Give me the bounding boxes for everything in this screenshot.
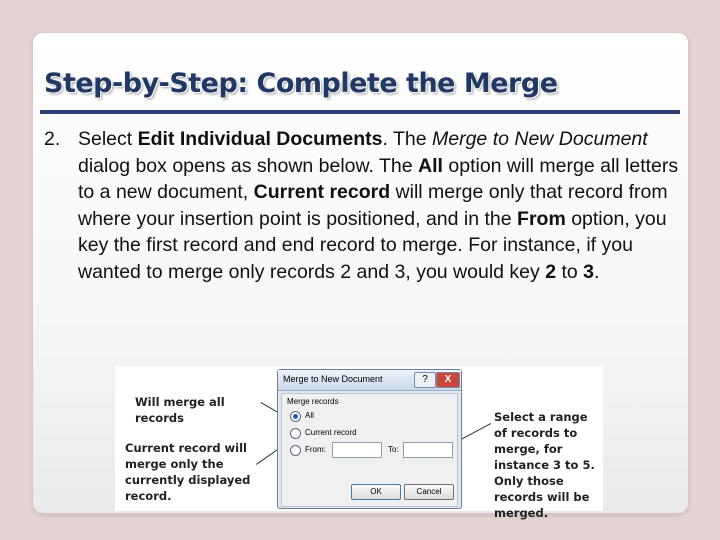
text-segment-bold: From: [517, 207, 566, 230]
option-all-label: All: [305, 411, 314, 420]
dialog-titlebar: Merge to New Document ? X: [278, 370, 461, 391]
callout-all-records: Will merge all records: [135, 395, 225, 425]
ok-button[interactable]: OK: [351, 484, 401, 500]
text-segment: dialog box opens as shown below. The: [78, 154, 419, 177]
to-field[interactable]: [403, 442, 453, 458]
text-segment-bold: 2: [545, 260, 557, 283]
text-segment: . The: [382, 128, 432, 150]
text-segment: .: [594, 260, 600, 283]
radio-current-record[interactable]: [290, 428, 301, 439]
list-number: 2.: [44, 128, 61, 150]
to-label: To:: [388, 445, 399, 454]
merge-dialog: Merge to New Document ? X Merge records …: [277, 369, 462, 509]
cancel-button[interactable]: Cancel: [404, 484, 454, 500]
option-current-label: Current record: [305, 428, 357, 437]
radio-from[interactable]: [290, 445, 301, 456]
text-segment: Select: [78, 128, 138, 150]
text-segment-bold: Current record: [253, 181, 391, 203]
text-segment-bold: Edit Individual Documents: [137, 128, 383, 150]
from-field[interactable]: [332, 442, 382, 458]
list-item-text: Select Edit Individual Documents. The Me…: [78, 126, 684, 285]
option-from-label: From:: [305, 445, 326, 454]
text-segment-italic: Merge to New Document: [432, 128, 648, 150]
close-button[interactable]: X: [436, 372, 460, 388]
text-segment: to: [556, 260, 584, 283]
dialog-figure: Will merge all records Current record wi…: [115, 366, 603, 520]
radio-all[interactable]: [290, 411, 301, 422]
text-segment-bold: All: [418, 154, 443, 177]
text-segment-bold: 3: [583, 260, 595, 283]
help-button[interactable]: ?: [414, 372, 436, 388]
callout-current-record: Current record will merge only the curre…: [125, 441, 251, 503]
dialog-title: Merge to New Document: [283, 374, 383, 384]
title-underline: [40, 110, 680, 114]
dialog-body: Merge records All Current record From: T…: [281, 393, 458, 507]
slide-title: Step-by-Step: Complete the Merge: [44, 68, 558, 99]
callout-range: Select a range of records to merge, for …: [494, 410, 595, 520]
slide-body: 2. Select Edit Individual Documents. The…: [44, 126, 684, 285]
merge-records-label: Merge records: [287, 397, 339, 406]
